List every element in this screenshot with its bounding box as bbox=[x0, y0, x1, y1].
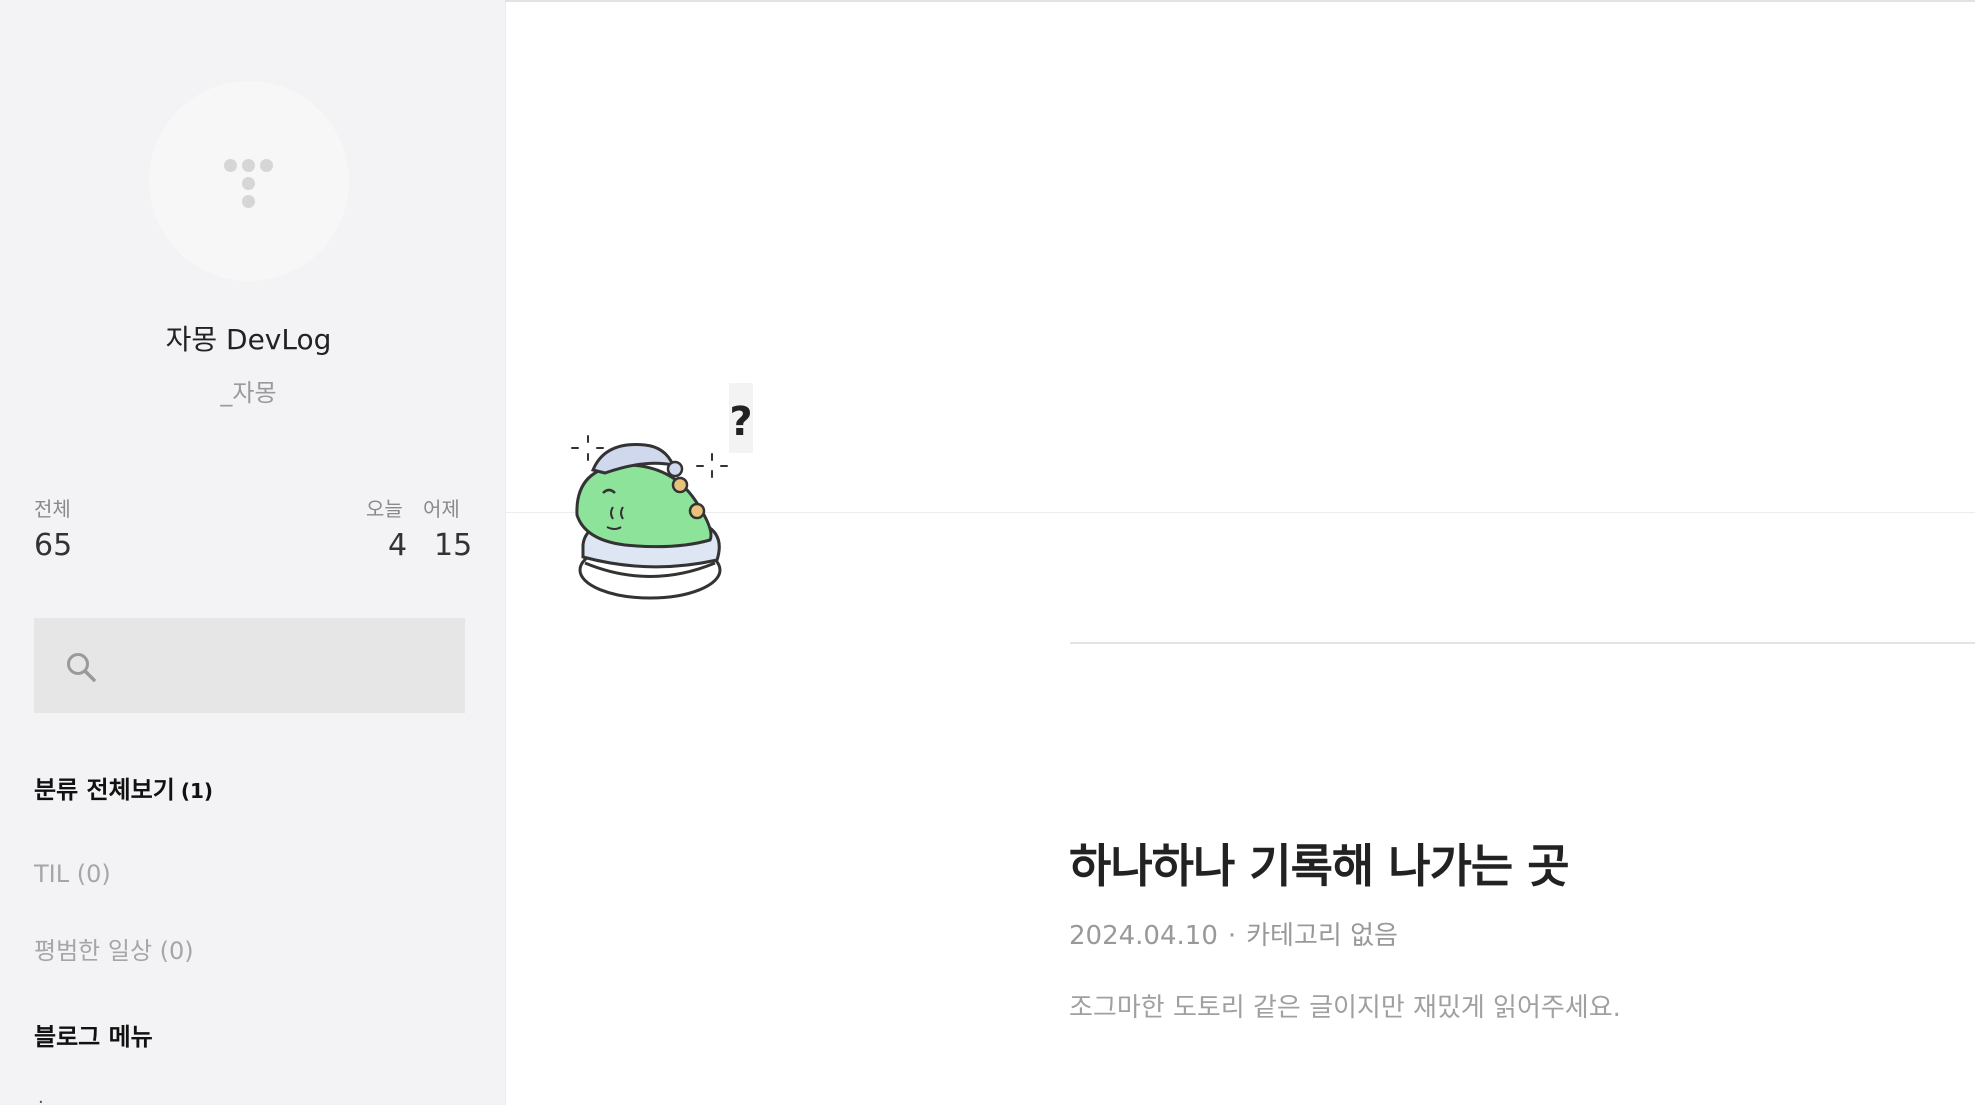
sleepy-dinosaur-sticker: ? bbox=[571, 383, 753, 600]
post-category[interactable]: 카테고리 없음 bbox=[1246, 921, 1398, 951]
post-divider bbox=[1070, 642, 1975, 644]
profile-avatar[interactable] bbox=[149, 81, 349, 281]
yesterday-visits-label: 어제 bbox=[423, 497, 460, 521]
today-visits-value: 4 bbox=[388, 528, 408, 563]
blog-title[interactable]: 자몽 DevLog bbox=[0, 318, 497, 358]
total-visits-label: 전체 bbox=[34, 497, 71, 521]
search-icon[interactable] bbox=[64, 650, 98, 684]
page: 자몽 DevLog _자몽 전체 65 오늘 4 어제 15 분류 전체보기 (1… bbox=[0, 0, 1975, 1105]
post-meta: 2024.04.10 · 카테고리 없음 bbox=[1069, 915, 1398, 952]
sidebar: 자몽 DevLog _자몽 전체 65 오늘 4 어제 15 분류 전체보기 (1… bbox=[0, 0, 506, 1105]
blog-owner: _자몽 bbox=[220, 379, 277, 407]
category-all-count: (1) bbox=[180, 779, 214, 803]
category-item-daily[interactable]: 평범한 일상 (0) bbox=[34, 931, 194, 966]
total-visits-value: 65 bbox=[34, 528, 73, 563]
logo-dot-icon bbox=[242, 159, 255, 172]
post-date: 2024.04.10 bbox=[1069, 921, 1218, 951]
meta-separator: · bbox=[1227, 921, 1237, 951]
post-excerpt[interactable]: 조그마한 도토리 같은 글이지만 재밌게 읽어주세요. bbox=[1069, 987, 1621, 1024]
logo-dot-icon bbox=[242, 177, 255, 190]
category-all-link[interactable]: 분류 전체보기 (1) bbox=[34, 770, 213, 805]
search-input[interactable] bbox=[34, 618, 465, 713]
logo-dot-icon bbox=[224, 159, 237, 172]
post-title[interactable]: 하나하나 기록해 나가는 곳 bbox=[1069, 830, 1570, 896]
logo-dot-icon bbox=[242, 195, 255, 208]
blog-menu-item-partial[interactable]: · bbox=[38, 1092, 44, 1105]
yesterday-visits-value: 15 bbox=[434, 528, 473, 563]
category-item-til[interactable]: TIL (0) bbox=[34, 860, 111, 888]
logo-dot-icon bbox=[260, 159, 273, 172]
blog-menu-heading: 블로그 메뉴 bbox=[34, 1023, 153, 1051]
category-all-label: 분류 전체보기 bbox=[34, 776, 175, 804]
question-mark: ? bbox=[729, 399, 752, 445]
top-divider bbox=[505, 0, 1975, 2]
today-visits-label: 오늘 bbox=[366, 497, 403, 521]
